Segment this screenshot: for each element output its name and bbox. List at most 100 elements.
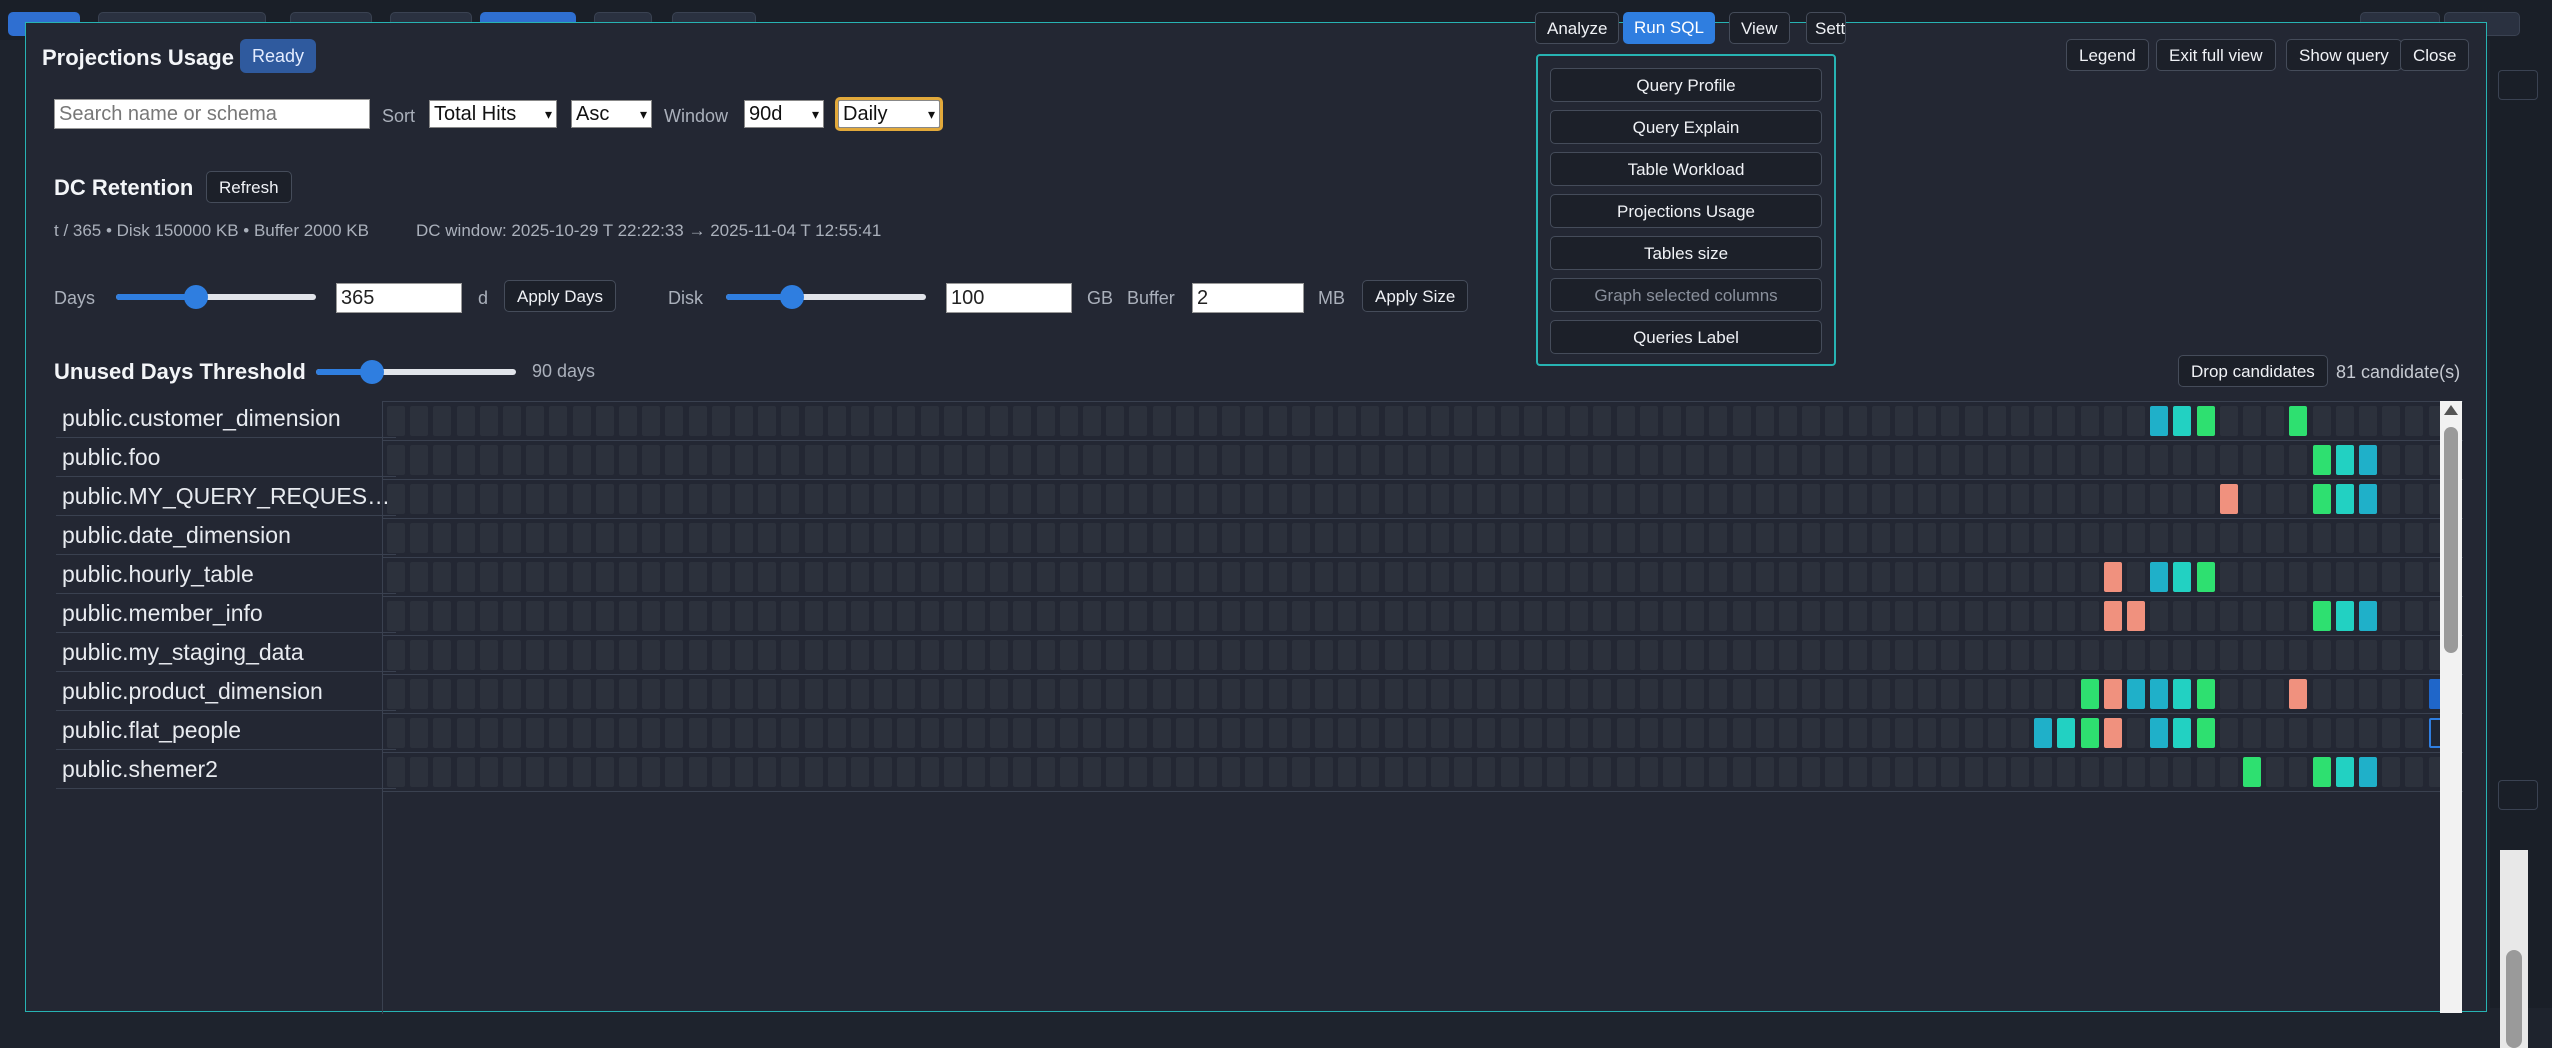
heatmap-cell[interactable] (1152, 523, 1171, 553)
heatmap-cell[interactable] (1315, 445, 1333, 475)
buffer-input[interactable] (1192, 283, 1304, 313)
heatmap-cell[interactable] (1686, 757, 1705, 787)
heatmap-cell[interactable] (874, 640, 893, 670)
heatmap-cell[interactable] (410, 484, 429, 514)
heatmap-cell[interactable] (2335, 562, 2354, 592)
heatmap-cell[interactable] (2405, 406, 2424, 436)
heatmap-cell[interactable] (1616, 523, 1635, 553)
heatmap-cell[interactable] (1825, 679, 1844, 709)
heatmap-cell[interactable] (1407, 562, 1426, 592)
heatmap-cell[interactable] (2150, 523, 2169, 553)
heatmap-cell[interactable] (1547, 523, 1565, 553)
heatmap-cell[interactable] (2382, 757, 2401, 787)
heatmap-cell[interactable] (827, 640, 846, 670)
heatmap-cell[interactable] (1709, 718, 1728, 748)
heatmap-cell[interactable] (1152, 445, 1171, 475)
heatmap-cell[interactable] (1848, 484, 1867, 514)
heatmap-cell[interactable] (758, 718, 777, 748)
window-select[interactable]: 90d ▾ (744, 100, 824, 128)
heatmap-cell[interactable] (1616, 484, 1635, 514)
heatmap-cell[interactable] (1964, 679, 1983, 709)
heatmap-cell[interactable] (1570, 445, 1589, 475)
heatmap-cell[interactable] (1361, 445, 1380, 475)
heatmap-cell[interactable] (2359, 679, 2377, 709)
heatmap-cell[interactable] (1083, 640, 1101, 670)
heatmap-cell[interactable] (1709, 601, 1728, 631)
heatmap-cell[interactable] (1361, 523, 1380, 553)
heatmap-cell[interactable] (804, 484, 823, 514)
heatmap-cell-hit[interactable] (2289, 406, 2308, 436)
heatmap-cell[interactable] (665, 718, 684, 748)
heatmap-cell[interactable] (1059, 523, 1078, 553)
heatmap-cell[interactable] (1895, 523, 1913, 553)
heatmap-cell[interactable] (804, 601, 823, 631)
heatmap-cell[interactable] (1199, 523, 1217, 553)
heatmap-cell[interactable] (897, 718, 916, 748)
heatmap-cell[interactable] (1616, 640, 1635, 670)
heatmap-cell[interactable] (1245, 445, 1264, 475)
heatmap-cell[interactable] (2266, 445, 2285, 475)
heatmap-cell[interactable] (920, 718, 939, 748)
menu-item-tables-size[interactable]: Tables size (1550, 236, 1822, 270)
heatmap-cell[interactable] (1175, 757, 1194, 787)
heatmap-cell[interactable] (1106, 406, 1125, 436)
heatmap-cell[interactable] (1639, 406, 1658, 436)
heatmap-cell[interactable] (2057, 445, 2076, 475)
heatmap-cell[interactable] (1570, 757, 1589, 787)
heatmap-cell[interactable] (595, 562, 614, 592)
heatmap-cell[interactable] (410, 718, 429, 748)
heatmap-cell[interactable] (781, 640, 800, 670)
heatmap-cell[interactable] (1129, 406, 1148, 436)
heatmap-cell[interactable] (2034, 484, 2053, 514)
heatmap-cell-hit[interactable] (2057, 718, 2076, 748)
heatmap-cell-hit[interactable] (2312, 484, 2331, 514)
heatmap-cell[interactable] (804, 679, 823, 709)
heatmap-cell[interactable] (1732, 640, 1751, 670)
heatmap-cell[interactable] (827, 757, 846, 787)
heatmap-cell[interactable] (2289, 445, 2308, 475)
heatmap-cell[interactable] (1616, 406, 1635, 436)
heatmap-cell[interactable] (874, 718, 893, 748)
heatmap-cell[interactable] (1547, 484, 1565, 514)
heatmap-cell[interactable] (2243, 484, 2261, 514)
heatmap-cell[interactable] (1825, 601, 1844, 631)
heatmap-cell[interactable] (1129, 523, 1148, 553)
heatmap-cell[interactable] (874, 601, 893, 631)
heatmap-cell[interactable] (1987, 679, 2006, 709)
heatmap-cell[interactable] (1639, 523, 1658, 553)
heatmap-cell[interactable] (688, 640, 707, 670)
heatmap-cell[interactable] (1013, 718, 1032, 748)
heatmap-cell[interactable] (619, 601, 637, 631)
exit-full-view-button[interactable]: Exit full view (2156, 39, 2276, 71)
heatmap-cell[interactable] (1106, 718, 1125, 748)
heatmap-cell[interactable] (2219, 562, 2238, 592)
heatmap-cell[interactable] (1964, 445, 1983, 475)
heatmap-cell[interactable] (1268, 718, 1287, 748)
heatmap-cell[interactable] (1361, 640, 1380, 670)
heatmap-cell[interactable] (1454, 523, 1473, 553)
heatmap-cell[interactable] (1871, 523, 1890, 553)
heatmap-cell[interactable] (1709, 757, 1728, 787)
heatmap-cell[interactable] (1779, 484, 1797, 514)
heatmap-cell[interactable] (1454, 601, 1473, 631)
heatmap-cell[interactable] (1129, 562, 1148, 592)
heatmap-cell[interactable] (1291, 406, 1310, 436)
heatmap-cell[interactable] (781, 679, 800, 709)
heatmap-cell[interactable] (1407, 601, 1426, 631)
heatmap-cell[interactable] (1268, 523, 1287, 553)
heatmap-cell[interactable] (920, 484, 939, 514)
heatmap-cell[interactable] (1570, 601, 1589, 631)
heatmap-cell[interactable] (2289, 484, 2308, 514)
heatmap-cell[interactable] (990, 445, 1009, 475)
heatmap-cell[interactable] (1083, 445, 1101, 475)
heatmap-cell[interactable] (2219, 445, 2238, 475)
heatmap-cell[interactable] (1477, 640, 1496, 670)
heatmap-cell[interactable] (1523, 601, 1542, 631)
heatmap-cell-hit[interactable] (2335, 445, 2354, 475)
heatmap-cell[interactable] (642, 445, 661, 475)
heatmap-cell[interactable] (1802, 718, 1821, 748)
heatmap-cell[interactable] (549, 484, 568, 514)
heatmap-cell[interactable] (410, 601, 429, 631)
heatmap-cell[interactable] (990, 484, 1009, 514)
heatmap-cell[interactable] (1500, 406, 1519, 436)
